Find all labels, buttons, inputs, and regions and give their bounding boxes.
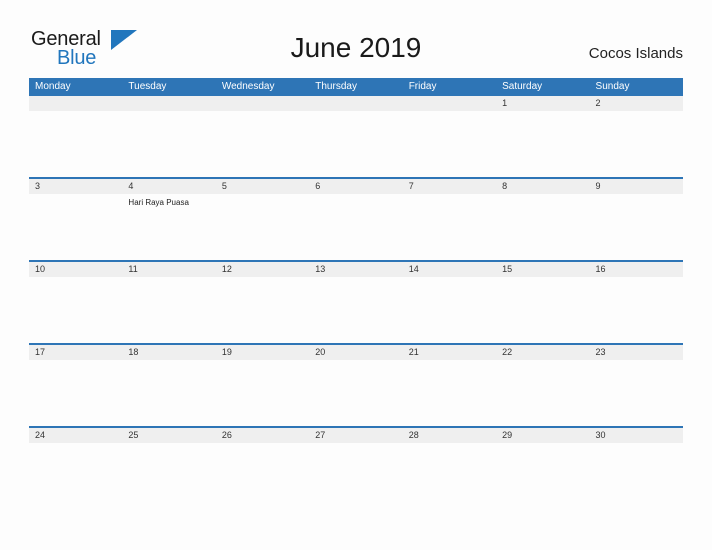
day-cell[interactable] (590, 360, 683, 426)
day-number[interactable]: 21 (403, 345, 496, 360)
day-cell[interactable] (122, 111, 215, 177)
day-cell[interactable] (309, 277, 402, 343)
day-number[interactable]: 23 (590, 345, 683, 360)
day-cell[interactable] (496, 111, 589, 177)
weekday-header-wednesday: Wednesday (221, 81, 275, 92)
day-number[interactable]: 12 (216, 262, 309, 277)
event-label: Hari Raya Puasa (128, 198, 189, 207)
week-row: 24 25 26 27 28 29 30 (29, 426, 683, 509)
weekday-header-tuesday: Tuesday (128, 81, 167, 92)
day-number[interactable]: 9 (590, 179, 683, 194)
day-number[interactable]: 16 (590, 262, 683, 277)
day-cell[interactable] (29, 277, 122, 343)
day-cell[interactable] (122, 360, 215, 426)
week-date-strip: 1 2 (29, 96, 683, 111)
day-cell[interactable] (590, 443, 683, 509)
day-number[interactable]: 22 (496, 345, 589, 360)
day-number[interactable]: 24 (29, 428, 122, 443)
day-number[interactable]: 20 (309, 345, 402, 360)
day-cell[interactable] (496, 277, 589, 343)
week-date-strip: 3 4 5 6 7 8 9 (29, 177, 683, 194)
day-number[interactable]: 30 (590, 428, 683, 443)
day-cell[interactable] (403, 194, 496, 260)
day-number[interactable] (403, 96, 496, 111)
day-number[interactable]: 3 (29, 179, 122, 194)
day-cell[interactable] (216, 194, 309, 260)
day-number[interactable] (29, 96, 122, 111)
week-row: 17 18 19 20 21 22 23 (29, 343, 683, 426)
day-cell[interactable] (29, 194, 122, 260)
day-cell[interactable] (122, 443, 215, 509)
day-number[interactable]: 1 (496, 96, 589, 111)
day-cell[interactable] (216, 277, 309, 343)
day-number[interactable]: 11 (122, 262, 215, 277)
weekday-header-row: Monday Tuesday Wednesday Thursday Friday… (29, 78, 683, 96)
week-date-strip: 24 25 26 27 28 29 30 (29, 426, 683, 443)
weekday-header-monday: Monday (35, 81, 71, 92)
day-number[interactable]: 29 (496, 428, 589, 443)
day-number[interactable]: 2 (590, 96, 683, 111)
weekday-header-saturday: Saturday (502, 81, 543, 92)
day-number[interactable]: 13 (309, 262, 402, 277)
day-cell[interactable] (496, 360, 589, 426)
page-header: General Blue June 2019 Cocos Islands (0, 0, 712, 78)
day-cell[interactable] (29, 111, 122, 177)
day-number[interactable]: 15 (496, 262, 589, 277)
day-cell[interactable] (309, 360, 402, 426)
week-row: 3 4 5 6 7 8 9 Hari Raya Puasa (29, 177, 683, 260)
day-cell[interactable] (590, 111, 683, 177)
day-number[interactable]: 10 (29, 262, 122, 277)
day-cell[interactable] (403, 360, 496, 426)
week-row: 1 2 (29, 96, 683, 177)
day-number[interactable]: 18 (122, 345, 215, 360)
week-row: 10 11 12 13 14 15 16 (29, 260, 683, 343)
day-cell[interactable] (29, 360, 122, 426)
day-cell[interactable] (403, 443, 496, 509)
day-number[interactable]: 5 (216, 179, 309, 194)
week-event-strip (29, 111, 683, 177)
day-cell[interactable] (309, 443, 402, 509)
day-cell[interactable] (216, 360, 309, 426)
day-cell[interactable] (216, 111, 309, 177)
day-number[interactable]: 25 (122, 428, 215, 443)
weekday-header-friday: Friday (408, 81, 437, 92)
day-number[interactable]: 19 (216, 345, 309, 360)
day-cell[interactable] (496, 443, 589, 509)
day-number[interactable] (122, 96, 215, 111)
week-date-strip: 17 18 19 20 21 22 23 (29, 343, 683, 360)
day-cell[interactable] (403, 111, 496, 177)
day-number[interactable] (309, 96, 402, 111)
day-cell[interactable] (216, 443, 309, 509)
week-event-strip (29, 360, 683, 426)
day-cell[interactable] (122, 277, 215, 343)
day-cell[interactable] (309, 111, 402, 177)
day-number[interactable]: 6 (309, 179, 402, 194)
day-cell[interactable] (590, 194, 683, 260)
day-cell[interactable] (496, 194, 589, 260)
day-cell[interactable] (309, 194, 402, 260)
day-cell[interactable] (29, 443, 122, 509)
day-cell[interactable] (590, 277, 683, 343)
week-event-strip (29, 443, 683, 509)
day-number[interactable]: 27 (309, 428, 402, 443)
week-date-strip: 10 11 12 13 14 15 16 (29, 260, 683, 277)
day-cell[interactable] (403, 277, 496, 343)
day-number[interactable]: 28 (403, 428, 496, 443)
weekday-header-thursday: Thursday (315, 81, 357, 92)
day-number[interactable]: 14 (403, 262, 496, 277)
day-number[interactable]: 4 (122, 179, 215, 194)
day-number[interactable]: 8 (496, 179, 589, 194)
week-event-strip (29, 277, 683, 343)
day-number[interactable]: 7 (403, 179, 496, 194)
day-number[interactable]: 26 (216, 428, 309, 443)
weekday-header-sunday: Sunday (595, 81, 630, 92)
location-label: Cocos Islands (588, 45, 683, 62)
day-number[interactable] (216, 96, 309, 111)
day-number[interactable]: 17 (29, 345, 122, 360)
calendar-grid: Monday Tuesday Wednesday Thursday Friday… (29, 78, 683, 509)
day-cell[interactable]: Hari Raya Puasa (122, 194, 215, 260)
calendar-page: General Blue June 2019 Cocos Islands Mon… (0, 0, 712, 550)
week-event-strip: Hari Raya Puasa (29, 194, 683, 260)
